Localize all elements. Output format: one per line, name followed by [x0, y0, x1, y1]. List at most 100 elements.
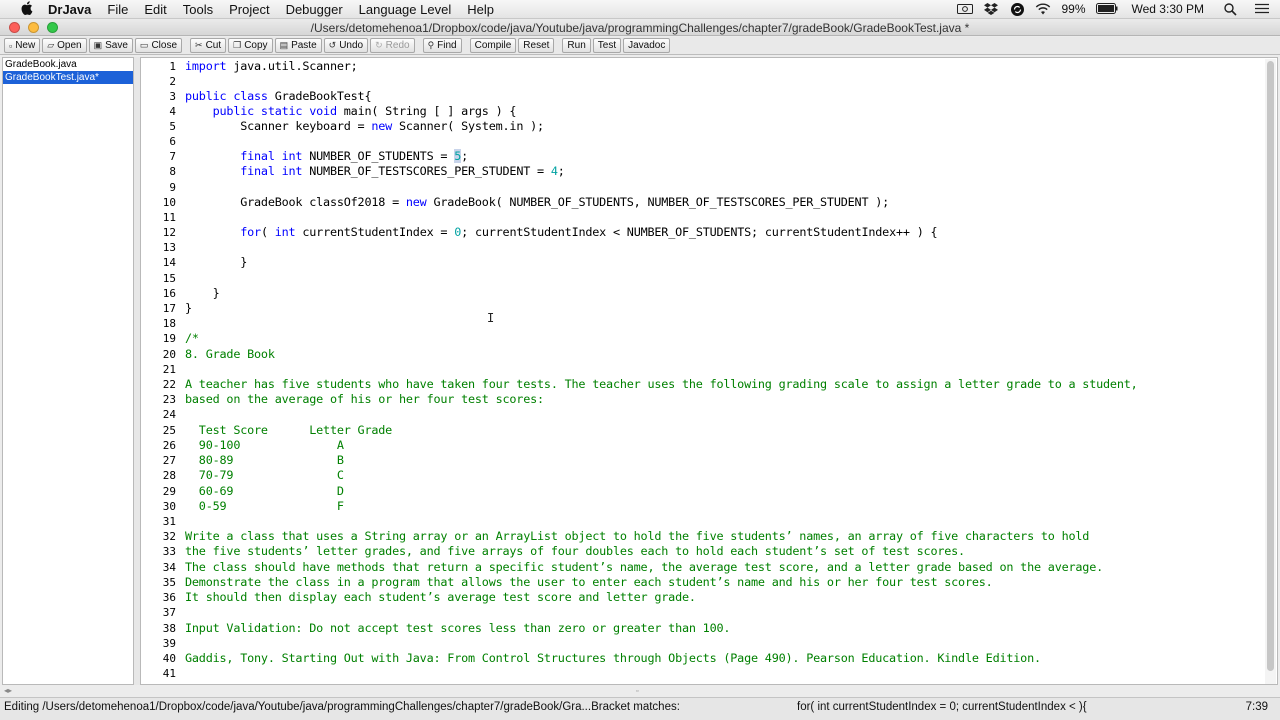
line-number: 17	[162, 302, 176, 315]
code-token: main( String [ ] args ) {	[336, 104, 517, 118]
code-token: GradeBookTest{	[267, 89, 372, 103]
toolbar: ▫ New ▱ Open ▣ Save ▭ Close ✂ Cut ❐ Copy ▤ Past…	[0, 37, 1280, 55]
line-number: 33	[162, 545, 176, 558]
undo-icon: ↺	[328, 40, 337, 50]
menu-project[interactable]: Project	[229, 2, 269, 17]
copy-button[interactable]: ❐ Copy	[228, 38, 273, 53]
compile-button[interactable]: Compile	[469, 38, 517, 53]
line-number: 28	[162, 469, 176, 482]
status-bar: Editing /Users/detomehenoa1/Dropbox/code…	[0, 697, 1280, 720]
status-file-path: Editing /Users/detomehenoa1/Dropbox/code…	[4, 701, 680, 713]
horizontal-split-divider[interactable]: ◂▸ ▫	[0, 685, 1280, 697]
collapse-arrow-icon[interactable]: ◂▸	[4, 686, 12, 695]
line-number: 31	[162, 515, 176, 528]
line-number: 39	[162, 637, 176, 650]
undo-button[interactable]: ↺ Undo	[323, 38, 369, 53]
clock[interactable]: Wed 3:30 PM	[1132, 2, 1204, 16]
binoculars-icon: ⚲	[427, 40, 435, 50]
line-number: 20	[162, 348, 176, 361]
menu-help[interactable]: Help	[467, 2, 494, 17]
code-line-32: Write a class that uses a String array o…	[185, 529, 1090, 543]
cut-button[interactable]: ✂ Cut	[190, 38, 227, 53]
line-number: 23	[162, 393, 176, 406]
code-line-27: 80-89 B	[185, 453, 344, 467]
file-item-gradebook[interactable]: GradeBook.java	[3, 58, 133, 71]
window-title-bar: /Users/detomehenoa1/Dropbox/code/java/Yo…	[0, 19, 1280, 36]
code-line-34: The class should have methods that retur…	[185, 560, 1104, 574]
line-number: 38	[162, 622, 176, 635]
menu-tools[interactable]: Tools	[183, 2, 213, 17]
menu-app-name[interactable]: DrJava	[48, 2, 91, 17]
dropbox-icon[interactable]	[983, 3, 999, 15]
save-button[interactable]: ▣ Save	[88, 38, 133, 53]
drag-handle-icon[interactable]: ▫	[636, 688, 642, 695]
code-token: ;	[461, 149, 469, 163]
line-number: 7	[169, 150, 176, 163]
close-button[interactable]: ▭ Close	[134, 38, 183, 53]
line-number: 22	[162, 378, 176, 391]
line-number: 13	[162, 241, 176, 254]
sync-icon[interactable]	[1009, 3, 1025, 16]
code-line-26: 90-100 A	[185, 438, 344, 452]
line-number: 9	[169, 181, 176, 194]
scissors-icon: ✂	[195, 40, 203, 50]
battery-icon[interactable]	[1095, 3, 1118, 15]
code-token: for	[185, 225, 261, 239]
line-number: 24	[162, 408, 176, 421]
code-line-17: }	[185, 301, 192, 315]
code-token: public class	[185, 89, 268, 103]
code-line-40: Gaddis, Tony. Starting Out with Java: Fr…	[185, 651, 1041, 665]
code-line-16: }	[185, 286, 220, 300]
open-button[interactable]: ▱ Open	[42, 38, 87, 53]
file-item-gradebooktest[interactable]: GradeBookTest.java*	[3, 71, 133, 84]
code-line-19: /*	[185, 331, 199, 345]
list-icon[interactable]	[1254, 3, 1270, 15]
code-token: GradeBook classOf2018 =	[185, 195, 406, 209]
scrollbar-thumb[interactable]	[1267, 61, 1274, 671]
code-token: int	[274, 225, 296, 239]
code-token: new	[371, 119, 393, 133]
code-line-29: 60-69 D	[185, 484, 344, 498]
code-line-12: for( int currentStudentIndex = 0; curren…	[185, 225, 937, 239]
paste-button[interactable]: ▤ Paste	[274, 38, 322, 53]
line-number: 41	[162, 667, 176, 680]
line-number: 4	[169, 105, 176, 118]
code-token: ;	[557, 164, 565, 178]
code-line-1: import java.util.Scanner;	[185, 59, 358, 73]
wifi-icon[interactable]	[1035, 3, 1051, 15]
code-line-3: public class GradeBookTest{	[185, 89, 372, 103]
menu-language-level[interactable]: Language Level	[359, 2, 452, 17]
reset-button[interactable]: Reset	[518, 38, 555, 53]
code-area[interactable]: import java.util.Scanner; public class G…	[185, 58, 1263, 684]
line-number: 5	[169, 120, 176, 133]
document-list: GradeBook.java GradeBookTest.java*	[2, 57, 134, 685]
menu-debugger[interactable]: Debugger	[286, 2, 343, 17]
redo-button[interactable]: ↻ Redo	[370, 38, 415, 53]
vertical-scrollbar[interactable]	[1265, 59, 1276, 684]
status-cursor-position: 7:39	[1245, 701, 1268, 713]
find-button[interactable]: ⚲ Find	[422, 38, 462, 53]
new-button[interactable]: ▫ New	[4, 38, 41, 53]
code-line-5: Scanner keyboard = new Scanner( System.i…	[185, 119, 544, 133]
code-editor[interactable]: 1 2 3 4 5 6 7 8 9 10 11 12 13 14 15 16 17 18 19 20 21 22 23 24 2…	[140, 57, 1278, 685]
code-token: NUMBER_OF_TESTSCORES_PER_STUDENT =	[302, 164, 551, 178]
run-button[interactable]: Run	[562, 38, 591, 53]
menu-edit[interactable]: Edit	[144, 2, 166, 17]
camera-icon[interactable]	[957, 3, 974, 15]
line-number: 6	[169, 135, 176, 148]
javadoc-button[interactable]: Javadoc	[623, 38, 671, 53]
text-cursor-icon: I	[487, 311, 495, 325]
menu-file[interactable]: File	[107, 2, 128, 17]
line-number: 8	[169, 165, 176, 178]
test-button[interactable]: Test	[592, 38, 622, 53]
line-number: 3	[169, 90, 176, 103]
code-token: java.util.Scanner;	[226, 59, 358, 73]
apple-icon[interactable]	[16, 0, 38, 18]
line-number: 1	[169, 60, 176, 73]
search-icon[interactable]	[1222, 3, 1238, 16]
code-line-30: 0-59 F	[185, 499, 344, 513]
code-line-8: final int NUMBER_OF_TESTSCORES_PER_STUDE…	[185, 164, 565, 178]
line-number: 27	[162, 454, 176, 467]
code-line-35: Demonstrate the class in a program that …	[185, 575, 993, 589]
code-token: final int	[185, 149, 303, 163]
